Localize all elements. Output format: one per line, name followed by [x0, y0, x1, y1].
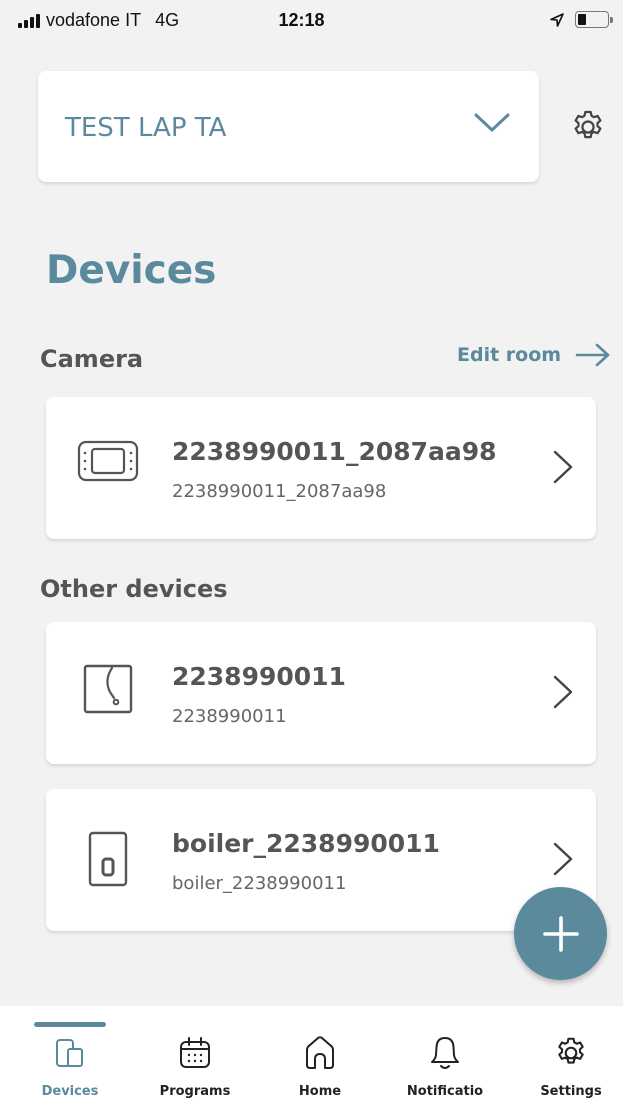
plus-icon	[542, 915, 579, 952]
nav-label: Notificatio	[406, 1084, 484, 1098]
home-settings-gear-icon[interactable]	[569, 108, 607, 146]
calendar-icon	[180, 1037, 210, 1068]
page-title: Devices	[46, 248, 217, 293]
boiler-icon	[88, 831, 128, 887]
bell-icon	[431, 1037, 459, 1069]
chevron-right-icon	[553, 450, 573, 484]
bottom-nav: Devices Programs Home Notificatio Settin…	[0, 1006, 623, 1098]
edit-room-link[interactable]: Edit room	[457, 343, 611, 367]
devices-screen: vodafone IT 4G 12:18 TEST LAP TA Devices…	[0, 0, 623, 1098]
nav-label: Home	[298, 1084, 342, 1098]
nav-label: Settings	[540, 1084, 602, 1098]
gear-icon	[558, 1037, 584, 1064]
home-name: TEST LAP TA	[65, 113, 227, 143]
nav-label: Devices	[41, 1084, 99, 1098]
section-title-other-devices: Other devices	[40, 575, 228, 603]
nav-item-settings[interactable]: Settings	[516, 1034, 623, 1098]
wall-switch-icon	[83, 664, 133, 714]
device-card[interactable]: 2238990011 2238990011	[46, 622, 596, 764]
thermostat-icon	[77, 440, 139, 482]
device-id: boiler_2238990011	[172, 873, 347, 894]
chevron-right-icon	[553, 675, 573, 709]
home-selector[interactable]: TEST LAP TA	[38, 71, 539, 182]
chevron-down-icon	[474, 113, 510, 132]
device-id: 2238990011_2087aa98	[172, 481, 387, 502]
edit-room-label: Edit room	[457, 344, 562, 366]
device-name: boiler_2238990011	[172, 829, 440, 858]
nav-item-programs[interactable]: Programs	[140, 1034, 250, 1098]
nav-active-indicator	[34, 1022, 106, 1027]
arrow-right-icon	[575, 343, 610, 367]
device-card[interactable]: 2238990011_2087aa98 2238990011_2087aa98	[46, 397, 596, 539]
devices-icon	[56, 1039, 83, 1067]
location-arrow-icon	[550, 12, 564, 27]
device-id: 2238990011	[172, 706, 287, 727]
nav-item-notifications[interactable]: Notificatio	[390, 1034, 500, 1098]
home-icon	[306, 1036, 334, 1069]
nav-label: Programs	[159, 1084, 231, 1098]
chevron-right-icon	[553, 842, 573, 876]
nav-item-home[interactable]: Home	[265, 1034, 375, 1098]
nav-item-devices[interactable]: Devices	[15, 1034, 125, 1098]
device-name: 2238990011	[172, 662, 346, 691]
status-right	[549, 11, 613, 28]
status-time: 12:18	[278, 10, 325, 30]
device-card[interactable]: boiler_2238990011 boiler_2238990011	[46, 789, 596, 931]
battery-icon	[575, 11, 613, 28]
section-title-camera: Camera	[40, 345, 144, 373]
device-name: 2238990011_2087aa98	[172, 437, 497, 466]
add-device-button[interactable]	[514, 887, 607, 980]
status-bar: vodafone IT 4G 12:18	[0, 0, 623, 42]
